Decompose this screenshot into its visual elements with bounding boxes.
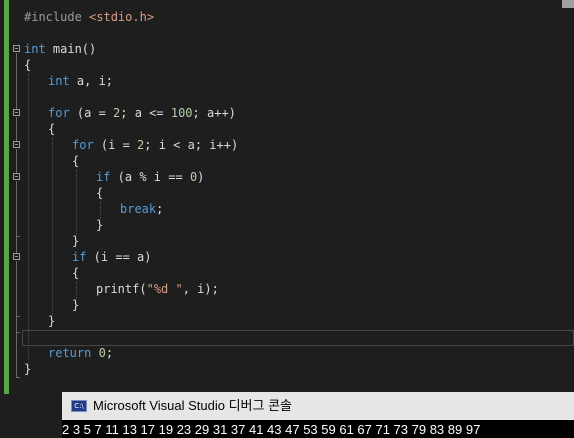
fold-collapse-icon[interactable] xyxy=(13,109,20,116)
string-literal: "%d " xyxy=(146,282,183,296)
code-line-7[interactable]: for (a = 2; a <= 100; a++) xyxy=(48,105,236,121)
fold-line xyxy=(16,53,17,109)
brace: } xyxy=(96,218,104,232)
current-line-highlight xyxy=(22,330,574,346)
number-literal: 0 xyxy=(98,346,106,360)
keyword: for xyxy=(72,138,94,152)
keyword: break xyxy=(120,202,157,216)
scroll-marker[interactable] xyxy=(562,0,574,8)
code-line-12[interactable]: { xyxy=(96,185,103,201)
fold-line xyxy=(16,261,17,377)
number-literal: 100 xyxy=(170,106,193,120)
code-text: ; xyxy=(105,346,114,360)
code-line-13[interactable]: break; xyxy=(120,201,163,217)
brace: { xyxy=(72,154,80,168)
code-line-14[interactable]: } xyxy=(96,217,103,233)
fold-collapse-icon[interactable] xyxy=(13,253,20,260)
console-output: 2 3 5 7 11 13 17 19 23 29 31 37 41 43 47… xyxy=(62,422,481,437)
console-app-icon: C:\ xyxy=(71,400,87,412)
console-titlebar[interactable]: C:\ Microsoft Visual Studio 디버그 콘솔 xyxy=(62,392,574,420)
code-text: ( xyxy=(139,282,147,296)
code-text: ; a++) xyxy=(192,106,236,120)
keyword: int xyxy=(24,42,46,56)
change-indicator xyxy=(4,0,9,8)
code-text: ) xyxy=(197,170,205,184)
keyword: for xyxy=(48,106,70,120)
brace: } xyxy=(72,234,80,248)
brace: { xyxy=(48,122,56,136)
code-line-10[interactable]: { xyxy=(72,153,79,169)
indent-guide xyxy=(52,138,53,316)
brace: { xyxy=(96,186,104,200)
code-text: (a = xyxy=(69,106,114,120)
code-line-18[interactable]: printf("%d ", i); xyxy=(96,281,219,297)
fold-collapse-icon[interactable] xyxy=(13,141,20,148)
fold-collapse-icon[interactable] xyxy=(13,45,20,52)
brace: } xyxy=(72,298,80,312)
code-text: a, i; xyxy=(69,74,114,88)
code-line-5[interactable]: int a, i; xyxy=(48,73,113,89)
keyword: if xyxy=(72,250,87,264)
fold-line-end xyxy=(16,377,20,378)
brace: { xyxy=(72,266,80,280)
code-line-19[interactable]: } xyxy=(72,297,79,313)
code-text: ; a <= xyxy=(120,106,171,120)
code-line-11[interactable]: if (a % i == 0) xyxy=(96,169,204,185)
keyword: int xyxy=(48,74,70,88)
code-text: (a % i == xyxy=(110,170,190,184)
code-line-17[interactable]: { xyxy=(72,265,79,281)
code-line-23[interactable]: } xyxy=(24,361,31,377)
fold-line xyxy=(16,117,17,141)
code-line-4[interactable]: { xyxy=(24,57,31,73)
fold-line-end xyxy=(16,236,20,237)
function-name: printf xyxy=(96,282,140,296)
code-line-1[interactable]: #include <stdio.h> xyxy=(24,9,154,25)
fold-line xyxy=(16,181,17,253)
code-text: (i = xyxy=(93,138,138,152)
brace: { xyxy=(24,58,32,72)
change-indicator xyxy=(4,8,9,394)
function-signature: main() xyxy=(45,42,97,56)
code-line-9[interactable]: for (i = 2; i < a; i++) xyxy=(72,137,238,153)
code-line-15[interactable]: } xyxy=(72,233,79,249)
fold-line xyxy=(16,149,17,173)
keyword: return xyxy=(48,346,92,360)
code-text: ; xyxy=(156,202,164,216)
code-line-22[interactable]: return 0; xyxy=(48,345,113,361)
code-line-3[interactable]: int main() xyxy=(24,41,96,57)
brace: } xyxy=(24,362,32,376)
code-line-8[interactable]: { xyxy=(48,121,55,137)
code-text: , i); xyxy=(182,282,219,296)
code-line-16[interactable]: if (i == a) xyxy=(72,249,151,265)
code-text: (i == a) xyxy=(86,250,152,264)
fold-line-end xyxy=(16,332,20,333)
indent-guide xyxy=(28,74,29,366)
debug-console-window[interactable]: C:\ Microsoft Visual Studio 디버그 콘솔 2 3 5… xyxy=(62,392,574,438)
code-text: ; i < a; i++) xyxy=(144,138,239,152)
include-header: <stdio.h> xyxy=(89,10,155,24)
indent-guide xyxy=(76,170,77,236)
keyword: if xyxy=(96,170,111,184)
preprocessor-directive: #include xyxy=(24,10,82,24)
fold-line-end xyxy=(16,316,20,317)
code-line-20[interactable]: } xyxy=(48,313,55,329)
fold-collapse-icon[interactable] xyxy=(13,173,20,180)
brace: } xyxy=(48,314,56,328)
console-title: Microsoft Visual Studio 디버그 콘솔 xyxy=(93,398,293,413)
